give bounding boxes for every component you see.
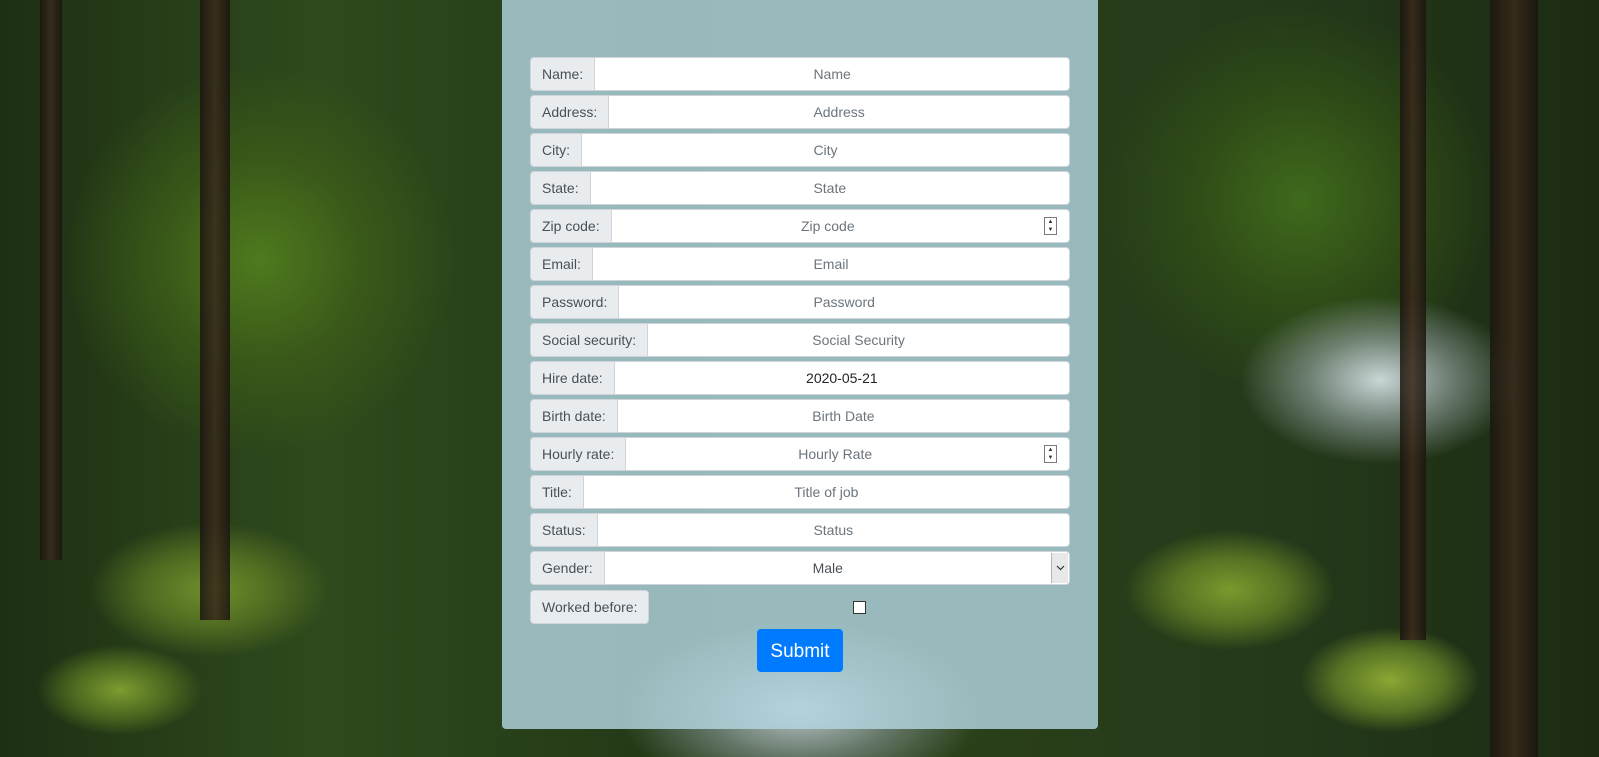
birth-date-label: Birth date: <box>530 399 618 433</box>
city-field-wrap <box>582 133 1070 167</box>
tree-trunk <box>40 0 62 560</box>
ssn-input[interactable] <box>648 325 1069 355</box>
address-label: Address: <box>530 95 610 129</box>
password-field-wrap <box>619 285 1070 319</box>
worked-before-label: Worked before: <box>530 590 650 624</box>
tree-trunk <box>1490 0 1538 757</box>
title-input[interactable] <box>583 477 1069 507</box>
password-label: Password: <box>530 285 620 319</box>
submit-button[interactable]: Submit <box>757 629 843 672</box>
hourly-rate-row: Hourly rate: ▲ ▼ <box>530 437 1070 471</box>
zip-field-wrap: ▲ ▼ <box>611 209 1070 243</box>
state-label: State: <box>530 171 591 205</box>
status-field-wrap <box>597 513 1070 547</box>
worked-before-row: Worked before: <box>530 590 1070 624</box>
zip-input[interactable] <box>611 211 1044 241</box>
tree-trunk <box>200 0 230 620</box>
hire-date-field-wrap <box>614 361 1070 395</box>
hire-date-row: Hire date: <box>530 361 1070 395</box>
title-field-wrap <box>583 475 1070 509</box>
gender-select[interactable]: Male <box>604 551 1070 585</box>
spinner-down-icon[interactable]: ▼ <box>1045 454 1056 462</box>
city-label: City: <box>530 133 582 167</box>
ssn-row: Social security: <box>530 323 1070 357</box>
address-field-wrap <box>609 95 1070 129</box>
spinner-up-icon[interactable]: ▲ <box>1045 446 1056 454</box>
address-row: Address: <box>530 95 1070 129</box>
state-input[interactable] <box>590 173 1069 203</box>
birth-date-row: Birth date: <box>530 399 1070 433</box>
chevron-down-icon[interactable] <box>1051 553 1068 583</box>
address-input[interactable] <box>609 97 1069 127</box>
birth-date-field-wrap <box>617 399 1070 433</box>
worked-before-checkwrap <box>649 590 1070 624</box>
ssn-label: Social security: <box>530 323 649 357</box>
title-label: Title: <box>530 475 584 509</box>
hourly-rate-input[interactable] <box>626 439 1044 469</box>
name-field-wrap <box>595 57 1070 91</box>
email-field-wrap <box>592 247 1070 281</box>
hire-date-input[interactable] <box>614 363 1069 393</box>
tree-trunk <box>1400 0 1426 640</box>
number-spinner[interactable]: ▲ ▼ <box>1044 217 1057 235</box>
status-label: Status: <box>530 513 598 547</box>
zip-row: Zip code: ▲ ▼ <box>530 209 1070 243</box>
gender-label: Gender: <box>530 551 605 585</box>
city-row: City: <box>530 133 1070 167</box>
number-spinner[interactable]: ▲ ▼ <box>1044 445 1057 463</box>
forest-background: Name: Address: City: State: Zip code: ▲ … <box>0 0 1599 757</box>
status-row: Status: <box>530 513 1070 547</box>
gender-selected-value: Male <box>812 560 843 576</box>
birth-date-input[interactable] <box>617 401 1069 431</box>
gender-row: Gender: Male <box>530 551 1070 585</box>
name-row: Name: <box>530 57 1070 91</box>
status-input[interactable] <box>597 515 1069 545</box>
ssn-field-wrap <box>648 323 1070 357</box>
spinner-down-icon[interactable]: ▼ <box>1045 226 1056 234</box>
hourly-rate-label: Hourly rate: <box>530 437 627 471</box>
name-input[interactable] <box>595 59 1069 89</box>
state-field-wrap <box>590 171 1070 205</box>
state-row: State: <box>530 171 1070 205</box>
zip-label: Zip code: <box>530 209 612 243</box>
hourly-rate-field-wrap: ▲ ▼ <box>626 437 1070 471</box>
password-input[interactable] <box>619 287 1069 317</box>
city-input[interactable] <box>582 135 1069 165</box>
password-row: Password: <box>530 285 1070 319</box>
email-row: Email: <box>530 247 1070 281</box>
hire-date-label: Hire date: <box>530 361 615 395</box>
worked-before-checkbox[interactable] <box>853 600 867 614</box>
name-label: Name: <box>530 57 596 91</box>
title-row: Title: <box>530 475 1070 509</box>
spinner-up-icon[interactable]: ▲ <box>1045 218 1056 226</box>
email-input[interactable] <box>592 249 1069 279</box>
email-label: Email: <box>530 247 593 281</box>
